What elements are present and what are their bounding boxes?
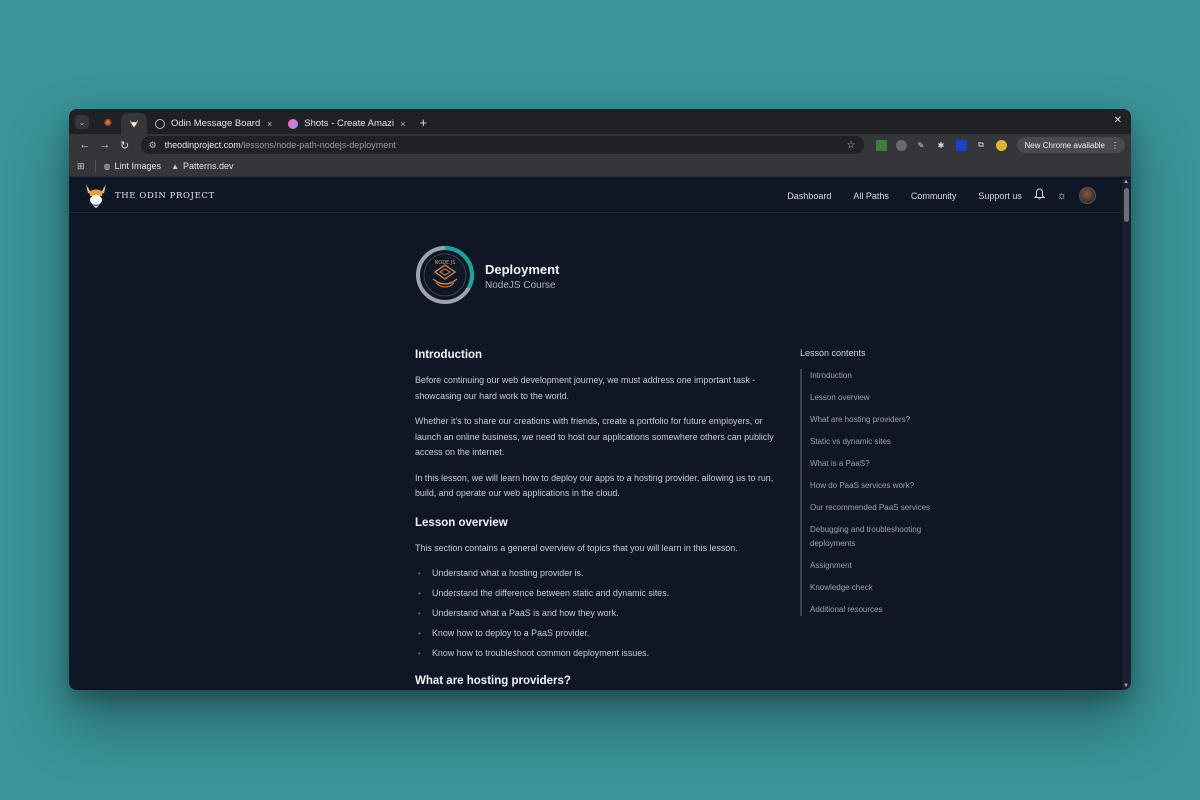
toc-item-assignment[interactable]: Assignment bbox=[810, 559, 960, 573]
close-icon[interactable]: × bbox=[400, 119, 405, 129]
bookmark-label: Patterns.dev bbox=[182, 161, 234, 171]
toc-item-how-paas-works[interactable]: How do PaaS services work? bbox=[810, 479, 960, 493]
course-badge: NODE JS bbox=[416, 246, 474, 304]
course-subtitle: NodeJS Course bbox=[485, 280, 556, 291]
main-nav: Dashboard All Paths Community Support us… bbox=[765, 178, 1096, 213]
extension-blue-icon[interactable] bbox=[955, 139, 967, 151]
site-logo[interactable]: THE ODIN PROJECT bbox=[85, 182, 215, 210]
shots-icon bbox=[288, 118, 299, 129]
tab-title: Shots - Create Amazing bbox=[304, 118, 395, 129]
theme-sun-icon[interactable]: ☼ bbox=[1057, 190, 1067, 202]
browser-toolbar: ← → ↻ ⚙ theodinproject.com/lessons/node-… bbox=[69, 134, 1131, 156]
bookmark-star-icon[interactable]: ☆ bbox=[847, 140, 856, 151]
hosting-heading: What are hosting providers? bbox=[415, 674, 571, 687]
user-avatar[interactable] bbox=[1079, 187, 1096, 204]
course-title: Deployment bbox=[485, 262, 560, 277]
nav-support-us[interactable]: Support us bbox=[978, 191, 1022, 201]
toc-list: Introduction Lesson overview What are ho… bbox=[800, 369, 960, 616]
update-label: New Chrome available bbox=[1024, 140, 1105, 150]
odin-logo-icon bbox=[86, 184, 106, 208]
nav-community[interactable]: Community bbox=[911, 191, 957, 201]
toc-item-introduction[interactable]: Introduction bbox=[810, 369, 960, 383]
new-tab-button[interactable]: + bbox=[420, 115, 428, 130]
overview-list: Understand what a hosting provider is. U… bbox=[415, 566, 780, 662]
bookmarks-divider bbox=[94, 160, 96, 172]
tab-pinned-1[interactable]: ✺ bbox=[95, 113, 121, 134]
close-icon[interactable]: × bbox=[267, 119, 272, 129]
overview-heading: Lesson overview bbox=[415, 516, 508, 529]
toc-item-lesson-overview[interactable]: Lesson overview bbox=[810, 391, 960, 405]
toc-item-recommended-paas[interactable]: Our recommended PaaS services bbox=[810, 501, 960, 515]
globe-icon bbox=[155, 118, 165, 129]
scroll-down-icon[interactable]: ▼ bbox=[1123, 683, 1129, 689]
orange-asterisk-icon: ✺ bbox=[103, 118, 113, 129]
toc-item-knowledge-check[interactable]: Knowledge check bbox=[810, 581, 960, 595]
tab-strip: ⌄ ✺ Odin Message Board | P × Shots - Cre… bbox=[69, 109, 1131, 134]
list-item: Know how to troubleshoot common deployme… bbox=[415, 646, 780, 662]
notification-bell-icon[interactable] bbox=[1033, 188, 1046, 203]
tab-odin-message-board[interactable]: Odin Message Board | P × bbox=[147, 113, 280, 134]
page-scrollbar[interactable]: ▲ ▼ bbox=[1122, 178, 1131, 690]
nav-dashboard[interactable]: Dashboard bbox=[787, 191, 831, 201]
overview-paragraph: This section contains a general overview… bbox=[415, 542, 738, 553]
extensions-puzzle-icon[interactable]: ⧉ bbox=[976, 140, 987, 151]
forward-arrow-icon[interactable]: → bbox=[95, 139, 115, 151]
intro-heading: Introduction bbox=[415, 349, 483, 361]
bookmarks-bar: ⊞ ◍ Lint Images ▲ Patterns.dev bbox=[69, 156, 1131, 177]
tab-pinned-odin[interactable] bbox=[121, 113, 147, 134]
extensions-row: ✎ ✱ ⧉ bbox=[875, 139, 1007, 151]
window-close-button[interactable]: ✕ bbox=[1114, 115, 1122, 126]
bookmark-label: Lint Images bbox=[114, 161, 162, 171]
scroll-up-icon[interactable]: ▲ bbox=[1123, 179, 1129, 185]
site-header: THE ODIN PROJECT Dashboard All Paths Com… bbox=[69, 178, 1122, 213]
apps-grid-icon[interactable]: ⊞ bbox=[77, 161, 85, 172]
lesson-article: Introduction Before continuing our web d… bbox=[415, 348, 780, 690]
toc-item-additional-resources[interactable]: Additional resources bbox=[810, 603, 960, 617]
address-bar[interactable]: ⚙ theodinproject.com/lessons/node-path-n… bbox=[140, 136, 864, 154]
color-picker-icon[interactable]: ✎ bbox=[916, 140, 927, 151]
toc-item-what-is-paas[interactable]: What is a PaaS? bbox=[810, 457, 960, 471]
reload-icon[interactable]: ↻ bbox=[115, 139, 135, 152]
intro-paragraph-1: Before continuing our web development jo… bbox=[415, 375, 756, 401]
odin-viking-icon bbox=[129, 119, 139, 129]
tab-search-icon[interactable]: ⌄ bbox=[75, 115, 89, 129]
toc-item-debugging[interactable]: Debugging and troubleshooting deployment… bbox=[810, 523, 960, 550]
intro-paragraph-3: In this lesson, we will learn how to dep… bbox=[415, 472, 774, 499]
list-item: Know how to deploy to a PaaS provider. bbox=[415, 626, 780, 642]
browser-window: ⌄ ✺ Odin Message Board | P × Shots - Cre… bbox=[69, 109, 1131, 690]
extension-wappalyzer-icon[interactable] bbox=[895, 139, 907, 151]
triangle-icon: ▲ bbox=[171, 161, 179, 171]
tab-shots[interactable]: Shots - Create Amazing × bbox=[280, 113, 413, 134]
bookmark-patterns-dev[interactable]: ▲ Patterns.dev bbox=[171, 161, 233, 171]
tab-title: Odin Message Board | P bbox=[171, 118, 261, 129]
back-arrow-icon[interactable]: ← bbox=[75, 139, 95, 151]
extension-green-icon[interactable] bbox=[875, 139, 887, 151]
toc-title: Lesson contents bbox=[800, 348, 866, 358]
page-viewport: THE ODIN PROJECT Dashboard All Paths Com… bbox=[69, 178, 1122, 690]
list-item: Understand what a PaaS is and how they w… bbox=[415, 606, 780, 622]
site-settings-icon[interactable]: ⚙ bbox=[149, 140, 157, 151]
extension-react-icon[interactable]: ✱ bbox=[936, 140, 947, 151]
toc-item-hosting-providers[interactable]: What are hosting providers? bbox=[810, 413, 960, 427]
lesson-contents: Lesson contents Introduction Lesson over… bbox=[800, 348, 960, 625]
list-item: Understand the difference between static… bbox=[415, 586, 780, 602]
scrollbar-thumb[interactable] bbox=[1124, 188, 1129, 222]
nav-all-paths[interactable]: All Paths bbox=[853, 191, 889, 201]
url-host: theodinproject.com bbox=[164, 140, 241, 150]
bookmark-lint-images[interactable]: ◍ Lint Images bbox=[104, 161, 162, 171]
kebab-menu-icon[interactable]: ⋮ bbox=[1111, 141, 1119, 150]
toc-item-static-vs-dynamic[interactable]: Static vs dynamic sites bbox=[810, 435, 960, 449]
list-item: Understand what a hosting provider is. bbox=[415, 566, 780, 582]
profile-avatar-icon[interactable] bbox=[995, 139, 1007, 151]
globe-icon: ◍ bbox=[103, 161, 111, 171]
chrome-update-button[interactable]: New Chrome available ⋮ bbox=[1016, 137, 1125, 153]
intro-paragraph-2: Whether it’s to share our creations with… bbox=[415, 416, 774, 457]
url-path: /lessons/node-path-nodejs-deployment bbox=[240, 140, 396, 150]
logo-text: THE ODIN PROJECT bbox=[115, 191, 215, 201]
